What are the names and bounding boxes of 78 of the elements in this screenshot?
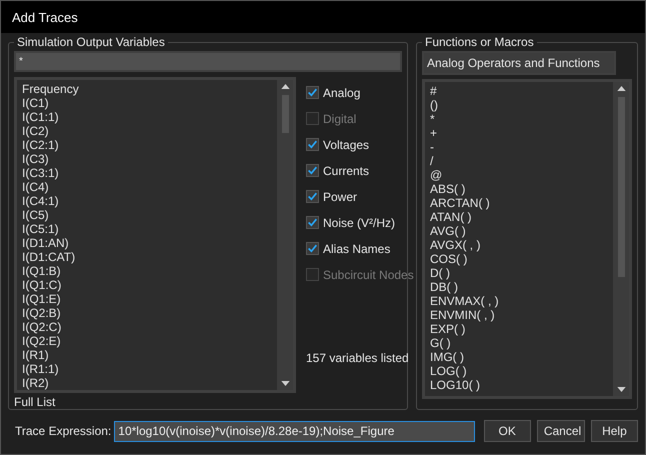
function-item[interactable]: ABS( ) xyxy=(430,182,613,196)
function-item[interactable]: AVG( ) xyxy=(430,224,613,238)
variable-item[interactable]: I(R1) xyxy=(22,348,277,362)
function-item[interactable]: EXP( ) xyxy=(430,322,613,336)
checkbox-label: Power xyxy=(323,190,358,204)
checkbox[interactable] xyxy=(306,190,319,204)
function-item[interactable]: G( ) xyxy=(430,336,613,350)
function-item[interactable]: LOG10( ) xyxy=(430,378,613,392)
dialog-button[interactable]: OK xyxy=(484,420,531,442)
function-item[interactable]: @ xyxy=(430,168,613,182)
variable-item[interactable]: I(C4) xyxy=(22,180,277,194)
scroll-down-icon[interactable] xyxy=(280,381,290,386)
function-item[interactable]: ENVMIN( , ) xyxy=(430,308,613,322)
function-item[interactable]: * xyxy=(430,112,613,126)
variable-item[interactable]: I(C1) xyxy=(22,96,277,110)
window-title: Add Traces xyxy=(12,10,78,24)
checkbox-label: Subcircuit Nodes xyxy=(323,268,414,282)
scroll-bar[interactable] xyxy=(613,82,629,396)
variable-item[interactable]: I(Q2:C) xyxy=(22,320,277,334)
function-item[interactable]: ARCTAN( ) xyxy=(430,196,613,210)
dialog-button[interactable]: Cancel xyxy=(536,420,585,442)
filter-field[interactable]: * xyxy=(14,51,402,72)
variable-item[interactable]: I(R2) xyxy=(22,376,277,390)
variable-item[interactable]: I(C4:1) xyxy=(22,194,277,208)
expression-field[interactable]: 10*log10(v(inoise)*v(inoise)/8.28e-19);Noise_Figure xyxy=(114,420,475,442)
checkbox-label: Voltages xyxy=(323,138,370,152)
variable-item[interactable]: I(D1:CAT) xyxy=(22,250,277,264)
variable-item[interactable]: I(R1:1) xyxy=(22,362,277,376)
checkbox-label: Analog xyxy=(323,86,360,100)
function-item[interactable]: ATAN( ) xyxy=(430,210,613,224)
variable-item[interactable]: I(Q1:E) xyxy=(22,292,277,306)
checkbox-label: Currents xyxy=(323,164,370,178)
function-item[interactable]: + xyxy=(430,126,613,140)
variables-count: 157 variables listed xyxy=(306,351,410,365)
variable-item[interactable]: I(C3) xyxy=(22,152,277,166)
variable-item[interactable]: I(Q1:B) xyxy=(22,264,277,278)
function-item[interactable]: AVGX( , ) xyxy=(430,238,613,252)
checkbox[interactable] xyxy=(306,138,319,152)
function-item[interactable]: - xyxy=(430,140,613,154)
scroll-up-icon[interactable] xyxy=(616,86,626,91)
function-item[interactable]: / xyxy=(430,154,613,168)
function-item[interactable]: IMG( ) xyxy=(430,350,613,364)
function-item[interactable]: () xyxy=(430,98,613,112)
variable-item[interactable]: I(C2) xyxy=(22,124,277,138)
scroll-down-icon[interactable] xyxy=(616,387,626,392)
checkbox-label: Alias Names xyxy=(323,242,390,256)
dialog-button[interactable]: Help xyxy=(590,420,638,442)
scroll-bar[interactable] xyxy=(277,80,293,390)
variable-item[interactable]: I(C3:1) xyxy=(22,166,277,180)
checkbox[interactable] xyxy=(306,242,319,256)
scroll-thumb[interactable] xyxy=(282,94,288,133)
group-title: Functions or Macros xyxy=(424,35,535,49)
checkbox-label: Noise (V²/Hz) xyxy=(323,216,396,230)
function-item[interactable]: # xyxy=(430,84,613,98)
scroll-thumb[interactable] xyxy=(618,97,624,277)
expression-label: Trace Expression: xyxy=(15,424,112,438)
variable-item[interactable]: I(C5) xyxy=(22,208,277,222)
checkbox-label: Digital xyxy=(323,112,356,126)
variable-item[interactable]: I(C5:1) xyxy=(22,222,277,236)
list-mode-label: Full List xyxy=(14,395,56,409)
variable-item[interactable]: I(Q2:B) xyxy=(22,306,277,320)
category-dropdown[interactable]: Analog Operators and Functions xyxy=(422,51,616,75)
variable-item[interactable]: Frequency xyxy=(22,82,277,96)
checkbox[interactable] xyxy=(306,164,319,178)
checkbox[interactable] xyxy=(306,216,319,230)
group-title: Simulation Output Variables xyxy=(16,35,166,49)
variable-item[interactable]: I(C2:1) xyxy=(22,138,277,152)
checkbox[interactable] xyxy=(306,86,319,100)
function-item[interactable]: DB( ) xyxy=(430,280,613,294)
variable-item[interactable]: I(D1:AN) xyxy=(22,236,277,250)
variable-item[interactable]: I(C1:1) xyxy=(22,110,277,124)
variable-item[interactable]: I(Q2:E) xyxy=(22,334,277,348)
function-item[interactable]: D( ) xyxy=(430,266,613,280)
function-item[interactable]: ENVMAX( , ) xyxy=(430,294,613,308)
scroll-up-icon[interactable] xyxy=(280,84,290,89)
function-item[interactable]: LOG( ) xyxy=(430,364,613,378)
variable-item[interactable]: I(Q1:C) xyxy=(22,278,277,292)
function-item[interactable]: COS( ) xyxy=(430,252,613,266)
